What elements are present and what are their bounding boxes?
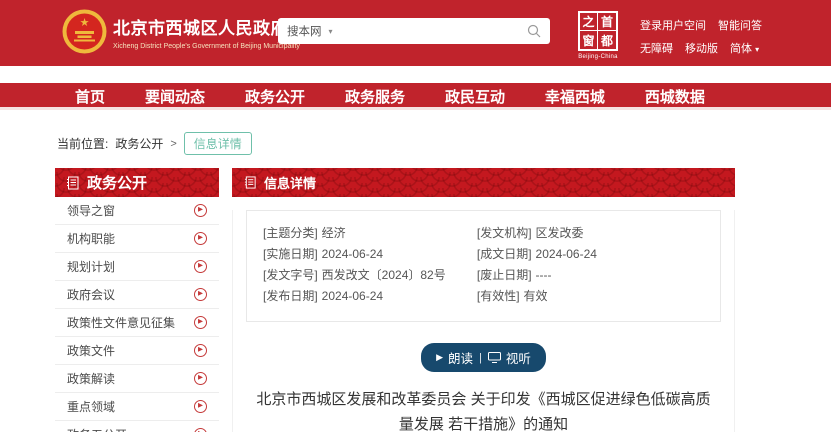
play-circle-icon: ▶ [194,344,207,357]
nav-item-home[interactable]: 首页 [75,86,105,107]
document-meta-box: [主题分类] 经济 [实施日期] 2024-06-24 [发文字号] 西发改文〔202… [246,210,721,322]
play-circle-icon: ▶ [194,260,207,273]
site-header: ★ 北京市西城区人民政府 Xicheng District People's G… [0,0,831,66]
accessibility-link[interactable]: 无障碍 [640,40,673,56]
article-title: 北京市西城区发展和改革委员会 关于印发《西城区促进绿色低碳高质量发展 若干措施》… [255,387,712,432]
seal-char: 窗 [580,31,598,49]
breadcrumb-current-tag: 信息详情 [184,132,252,155]
meta-label: [发文机构] [477,226,532,240]
meta-value: 2024-06-24 [536,247,597,261]
monitor-icon [488,352,501,363]
sidebar-gov-info: 政务公开 领导之窗▶ 机构职能▶ 规划计划▶ 政府会议▶ 政策性文件意见征集▶ … [55,168,219,432]
meta-label: [有效性] [477,289,520,303]
site-title: 北京市西城区人民政府 [113,14,283,39]
sidebar-item-key-areas[interactable]: 重点领域▶ [55,393,219,421]
page: ★ 北京市西城区人民政府 Xicheng District People's G… [0,0,831,432]
meta-label: [实施日期] [263,247,318,261]
sidebar-item-policy-draft-comments[interactable]: 政策性文件意见征集▶ [55,309,219,337]
play-circle-icon: ▶ [194,316,207,329]
sidebar-title: 政务公开 [87,172,147,193]
play-circle-icon: ▶ [194,372,207,385]
breadcrumb-section-link[interactable]: 政务公开 [115,135,163,152]
breadcrumb: 当前位置: 政务公开 > 信息详情 [57,132,252,155]
mobile-version-link[interactable]: 移动版 [685,40,718,56]
sidebar-item-policy-documents[interactable]: 政策文件▶ [55,337,219,365]
breadcrumb-separator: > [170,138,176,150]
meta-value: 2024-06-24 [322,247,383,261]
meta-value: 经济 [322,226,346,240]
svg-text:★: ★ [80,17,90,29]
nav-item-gov-services[interactable]: 政务服务 [345,86,405,107]
nav-item-xicheng-data[interactable]: 西城数据 [645,86,705,107]
main-nav: 首页 要闻动态 政务公开 政务服务 政民互动 幸福西城 西城数据 [0,83,831,110]
meta-label: [发布日期] [263,289,318,303]
play-circle-icon: ▶ [194,288,207,301]
document-icon [66,176,80,190]
language-toggle[interactable]: 简体 ▾ [730,40,759,56]
meta-value: ---- [536,268,552,282]
sidebar-item-leaders[interactable]: 领导之窗▶ [55,197,219,225]
sidebar-item-policy-interpretation[interactable]: 政策解读▶ [55,365,219,393]
divider: | [479,352,482,364]
capital-window-seal-logo[interactable]: 之 首 窗 都 [578,11,618,51]
play-circle-icon: ▶ [194,204,207,217]
sidebar-item-gov-meetings[interactable]: 政府会议▶ [55,281,219,309]
login-user-space-link[interactable]: 登录用户空间 [640,17,706,33]
site-title-block: 北京市西城区人民政府 Xicheng District People's Gov… [113,14,283,50]
sidebar-item-plans[interactable]: 规划计划▶ [55,253,219,281]
nav-item-gov-info[interactable]: 政务公开 [245,86,305,107]
panel-header: 信息详情 [232,168,735,197]
panel-body: [主题分类] 经济 [实施日期] 2024-06-24 [发文字号] 西发改文〔202… [232,210,735,432]
meta-value: 有效 [524,289,548,303]
search-scope-dropdown[interactable]: 搜本网 ▾ [287,23,333,39]
meta-left-column: [主题分类] 经济 [实施日期] 2024-06-24 [发文字号] 西发改文〔202… [263,223,477,307]
panel-title: 信息详情 [264,173,316,192]
read-aloud-av-button[interactable]: ▶ 朗读 | 视听 [421,343,546,372]
chevron-down-icon: ▾ [755,45,759,54]
meta-value: 2024-06-24 [322,289,383,303]
sidebar-item-clipped[interactable]: 政务五公开▶ [55,421,219,432]
play-circle-icon: ▶ [194,232,207,245]
meta-label: [发文字号] [263,268,318,282]
search-bar: 搜本网 ▾ [278,18,550,44]
nav-item-news[interactable]: 要闻动态 [145,86,205,107]
read-aloud-label: 朗读 [448,348,473,367]
audio-visual-label: 视听 [506,348,531,367]
seal-char: 都 [598,31,616,49]
search-scope-label: 搜本网 [287,23,322,39]
play-circle-icon: ▶ [194,428,207,432]
meta-value: 区发改委 [536,226,584,240]
sidebar-item-org-functions[interactable]: 机构职能▶ [55,225,219,253]
smart-qa-link[interactable]: 智能问答 [718,17,762,33]
meta-label: [主题分类] [263,226,318,240]
search-input[interactable] [343,25,527,37]
play-icon: ▶ [436,353,443,362]
meta-right-column: [发文机构] 区发改委 [成文日期] 2024-06-24 [废止日期] ---- [… [477,223,704,307]
site-subtitle: Xicheng District People's Government of … [113,43,283,50]
seal-char: 首 [598,13,616,31]
national-emblem-logo: ★ [62,9,107,54]
nav-item-interaction[interactable]: 政民互动 [445,86,505,107]
sidebar-header: 政务公开 [55,168,219,197]
play-circle-icon: ▶ [194,400,207,413]
article-actions: ▶ 朗读 | 视听 [233,343,734,372]
meta-label: [废止日期] [477,268,532,282]
info-detail-panel: 信息详情 [主题分类] 经济 [实施日期] 2024-06-24 [发文字号] 西发改… [232,168,735,432]
seal-caption: Beijing-China [574,54,622,60]
language-label: 简体 [730,43,752,55]
meta-value: 西发改文〔2024〕82号 [322,268,446,282]
document-icon [244,176,257,189]
breadcrumb-prefix: 当前位置: [57,135,108,152]
nav-item-happy-xicheng[interactable]: 幸福西城 [545,86,605,107]
meta-label: [成文日期] [477,247,532,261]
search-icon[interactable] [527,24,541,38]
chevron-down-icon: ▾ [329,27,333,36]
utility-links: 登录用户空间 智能问答 无障碍 移动版 简体 ▾ [640,17,762,63]
seal-char: 之 [580,13,598,31]
